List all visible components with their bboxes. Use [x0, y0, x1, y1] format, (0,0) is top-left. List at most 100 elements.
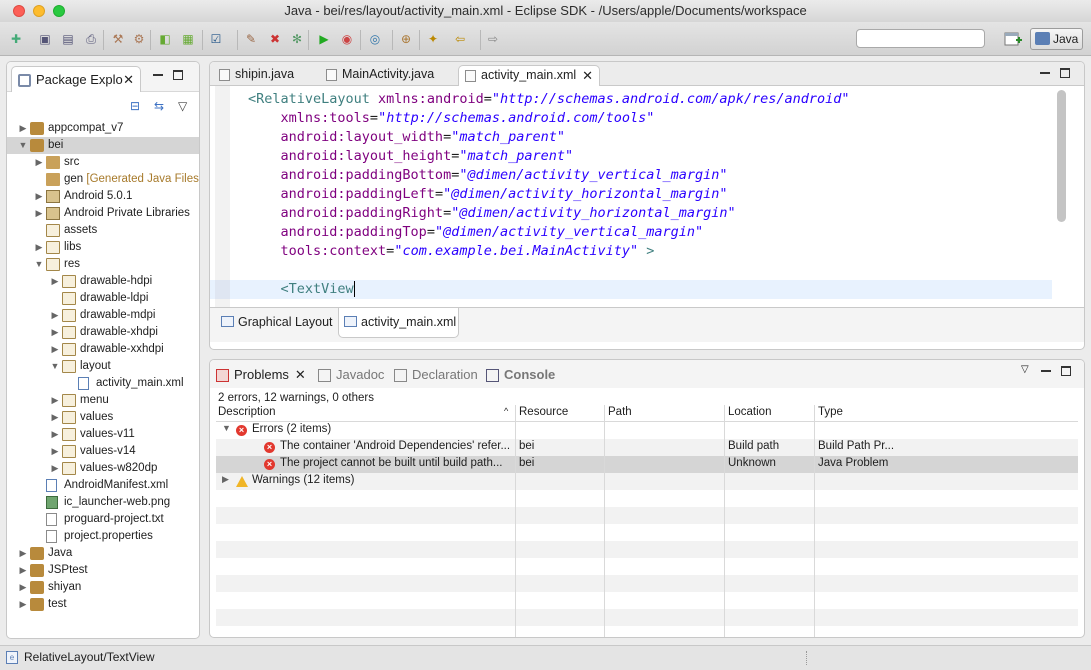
search-icon[interactable]: ✦ — [425, 31, 441, 47]
problem-row[interactable]: × The project cannot be built until build… — [216, 456, 1078, 473]
close-window-button[interactable] — [13, 5, 25, 17]
editor-tab[interactable]: shipin.java — [213, 65, 315, 86]
package-explorer-tab[interactable]: Package Explo ✕ — [11, 66, 141, 92]
close-icon[interactable]: ✕ — [295, 367, 306, 382]
back-icon[interactable]: ⇦ — [452, 31, 468, 47]
minimize-icon[interactable] — [1041, 366, 1051, 376]
expand-arrow-icon[interactable]: ▶ — [50, 409, 60, 426]
tree-item[interactable]: ▶ menu — [7, 392, 199, 409]
tree-item[interactable]: ▶ Java — [7, 545, 199, 562]
problem-row[interactable]: ▼ × Errors (2 items) — [216, 422, 1078, 439]
build-all-icon[interactable]: ⚙ — [131, 31, 147, 47]
tree-item[interactable]: ▶ drawable-mdpi — [7, 307, 199, 324]
tree-item[interactable]: proguard-project.txt — [7, 511, 199, 528]
run-ext-icon[interactable]: ◉ — [339, 31, 355, 47]
layout-editor-tab[interactable]: activity_main.xml — [338, 308, 459, 338]
maximize-icon[interactable] — [1060, 68, 1070, 78]
tree-item[interactable]: ic_launcher-web.png — [7, 494, 199, 511]
expand-arrow-icon[interactable]: ▶ — [50, 443, 60, 460]
tree-item[interactable]: ▶ values — [7, 409, 199, 426]
error-icon[interactable]: ✖ — [267, 31, 283, 47]
xml-source-editor[interactable]: <RelativeLayout xmlns:android="http://sc… — [210, 86, 1084, 308]
maximize-icon[interactable] — [173, 70, 183, 80]
minimize-icon[interactable] — [1040, 68, 1050, 78]
expand-arrow-icon[interactable]: ▶ — [18, 596, 28, 613]
collapse-arrow-icon[interactable]: ▼ — [222, 423, 231, 433]
expand-arrow-icon[interactable]: ▶ — [18, 120, 28, 137]
build-icon[interactable]: ⚒ — [110, 31, 126, 47]
collapse-arrow-icon[interactable]: ▼ — [34, 256, 44, 273]
view-menu-icon[interactable]: ▽ — [178, 99, 192, 113]
maximize-icon[interactable] — [1061, 366, 1071, 376]
tree-item[interactable]: ▶ JSPtest — [7, 562, 199, 579]
tree-item[interactable]: ▶ shiyan — [7, 579, 199, 596]
tree-item[interactable]: ▶ drawable-xhdpi — [7, 324, 199, 341]
expand-arrow-icon[interactable]: ▶ — [34, 154, 44, 171]
editor-scrollbar[interactable] — [1057, 90, 1066, 295]
tree-item[interactable]: AndroidManifest.xml — [7, 477, 199, 494]
tree-item[interactable]: gen [Generated Java Files] — [7, 171, 199, 188]
problems-view-tab[interactable]: Javadoc — [318, 367, 384, 382]
tree-item[interactable]: ▶ Android Private Libraries — [7, 205, 199, 222]
problems-view-tab[interactable]: Console — [486, 367, 555, 382]
column-header-type[interactable]: Type — [818, 406, 843, 418]
forward-icon[interactable]: ⇨ — [485, 31, 501, 47]
collapse-arrow-icon[interactable]: ▼ — [18, 137, 28, 154]
column-header-resource[interactable]: Resource — [519, 406, 568, 418]
expand-arrow-icon[interactable]: ▶ — [50, 392, 60, 409]
tree-item[interactable]: project.properties — [7, 528, 199, 545]
tree-item[interactable]: ▶ drawable-hdpi — [7, 273, 199, 290]
expand-arrow-icon[interactable]: ▶ — [34, 205, 44, 222]
tree-item[interactable]: ▶ appcompat_v7 — [7, 120, 199, 137]
column-header-path[interactable]: Path — [608, 406, 632, 418]
java-perspective-button[interactable]: Java — [1030, 28, 1083, 50]
problem-row[interactable]: ▶ Warnings (12 items) — [216, 473, 1078, 490]
view-menu-icon[interactable]: ▽ — [1021, 365, 1031, 376]
expand-arrow-icon[interactable]: ▶ — [50, 426, 60, 443]
collapse-all-icon[interactable]: ⊟ — [130, 99, 144, 113]
editor-scroll-thumb[interactable] — [1057, 90, 1066, 222]
tree-item[interactable]: ▶ test — [7, 596, 199, 613]
expand-arrow-icon[interactable]: ▶ — [50, 273, 60, 290]
problems-view-tab[interactable]: Declaration — [394, 367, 478, 382]
save-all-icon[interactable]: ▤ — [60, 31, 76, 47]
tree-item[interactable]: ▶ values-w820dp — [7, 460, 199, 477]
expand-arrow-icon[interactable]: ▶ — [222, 474, 229, 485]
tree-item[interactable]: ▶ src — [7, 154, 199, 171]
problems-view-tab[interactable]: Problems ✕ — [216, 367, 306, 383]
tree-item[interactable]: ▼ layout — [7, 358, 199, 375]
debug-icon[interactable]: ✻ — [289, 31, 305, 47]
column-header-description[interactable]: Description — [218, 406, 276, 418]
editor-tab[interactable]: activity_main.xml ✕ — [458, 65, 600, 86]
close-icon[interactable]: ✕ — [123, 72, 134, 88]
minimize-icon[interactable] — [153, 70, 163, 80]
collapse-arrow-icon[interactable]: ▼ — [50, 358, 60, 375]
open-type-icon[interactable]: ◎ — [367, 31, 383, 47]
link-with-editor-icon[interactable]: ⇆ — [154, 99, 168, 113]
task-icon[interactable]: ☑ — [208, 31, 224, 47]
save-icon[interactable]: ▣ — [37, 31, 53, 47]
tree-item[interactable]: ▼ res — [7, 256, 199, 273]
expand-arrow-icon[interactable]: ▶ — [34, 239, 44, 256]
expand-arrow-icon[interactable]: ▶ — [18, 579, 28, 596]
run-icon[interactable]: ▶ — [316, 31, 332, 47]
android-sdk-icon[interactable]: ◧ — [157, 31, 173, 47]
avd-manager-icon[interactable]: ▦ — [180, 31, 196, 47]
expand-arrow-icon[interactable]: ▶ — [50, 341, 60, 358]
tree-item[interactable]: ▶ Android 5.0.1 — [7, 188, 199, 205]
expand-arrow-icon[interactable]: ▶ — [50, 307, 60, 324]
close-icon[interactable]: ✕ — [582, 66, 593, 85]
quick-access-input[interactable] — [856, 29, 985, 48]
layout-editor-tab[interactable]: Graphical Layout — [216, 308, 336, 338]
tree-item[interactable]: ▶ drawable-xxhdpi — [7, 341, 199, 358]
tree-item[interactable]: ▼ bei — [7, 137, 199, 154]
open-perspective-icon[interactable] — [1003, 30, 1023, 48]
problem-row[interactable]: × The container 'Android Dependencies' re… — [216, 439, 1078, 456]
expand-arrow-icon[interactable]: ▶ — [50, 324, 60, 341]
tree-item[interactable]: ▶ libs — [7, 239, 199, 256]
tree-item[interactable]: drawable-ldpi — [7, 290, 199, 307]
tree-item[interactable]: assets — [7, 222, 199, 239]
column-header-location[interactable]: Location — [728, 406, 771, 418]
expand-arrow-icon[interactable]: ▶ — [18, 545, 28, 562]
print-icon[interactable]: ⎙ — [83, 31, 99, 47]
